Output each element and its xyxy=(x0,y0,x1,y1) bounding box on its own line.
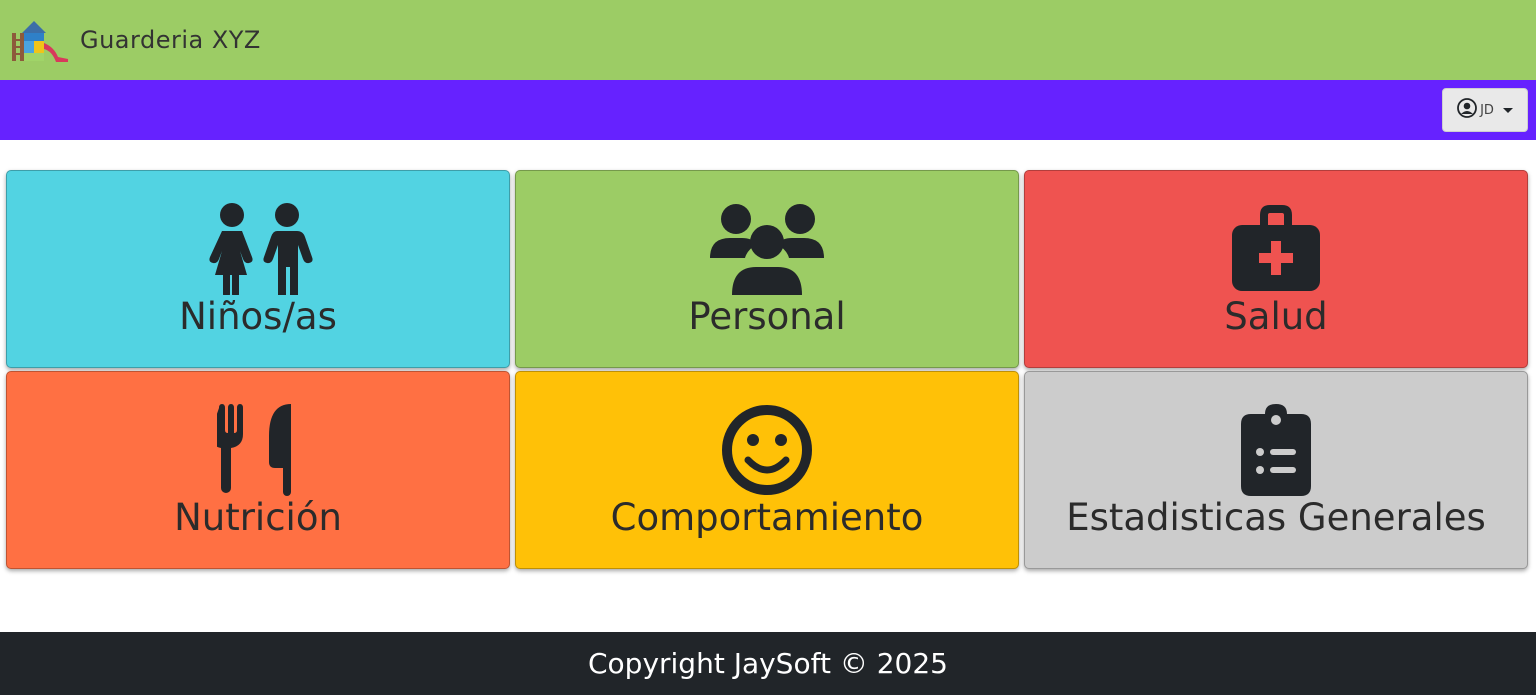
user-initials: JD xyxy=(1480,102,1494,118)
caret-down-icon xyxy=(1502,107,1513,113)
tile-label: Salud xyxy=(1224,295,1328,338)
smile-icon xyxy=(721,404,813,496)
tile-salud[interactable]: Salud xyxy=(1024,170,1528,368)
page-footer: Copyright JaySoft © 2025 xyxy=(0,632,1536,695)
tile-label: Estadisticas Generales xyxy=(1066,496,1486,539)
top-header: Guarderia XYZ xyxy=(0,0,1536,80)
tile-ninos[interactable]: Niños/as xyxy=(6,170,510,368)
tile-label: Nutrición xyxy=(174,496,342,539)
users-icon xyxy=(710,203,824,295)
tile-label: Niños/as xyxy=(179,295,337,338)
clipboard-list-icon xyxy=(1241,404,1311,496)
user-circle-icon xyxy=(1457,98,1477,122)
tile-comportamiento[interactable]: Comportamiento xyxy=(515,371,1019,569)
utensils-icon xyxy=(217,404,299,496)
children-icon xyxy=(203,203,313,295)
medical-kit-icon xyxy=(1230,203,1322,295)
user-menu-button[interactable]: JD xyxy=(1442,88,1528,132)
copyright-text: Copyright JaySoft © 2025 xyxy=(587,647,948,680)
module-grid: Niños/as Personal Salud Nutrición Compor… xyxy=(6,170,1530,569)
tile-personal[interactable]: Personal xyxy=(515,170,1019,368)
navigation-bar: JD xyxy=(0,80,1536,140)
playground-slide-icon[interactable] xyxy=(10,19,70,63)
tile-nutricion[interactable]: Nutrición xyxy=(6,371,510,569)
tile-label: Personal xyxy=(688,295,846,338)
tile-estadisticas[interactable]: Estadisticas Generales xyxy=(1024,371,1528,569)
tile-label: Comportamiento xyxy=(610,496,924,539)
brand-name[interactable]: Guarderia XYZ xyxy=(80,26,261,54)
